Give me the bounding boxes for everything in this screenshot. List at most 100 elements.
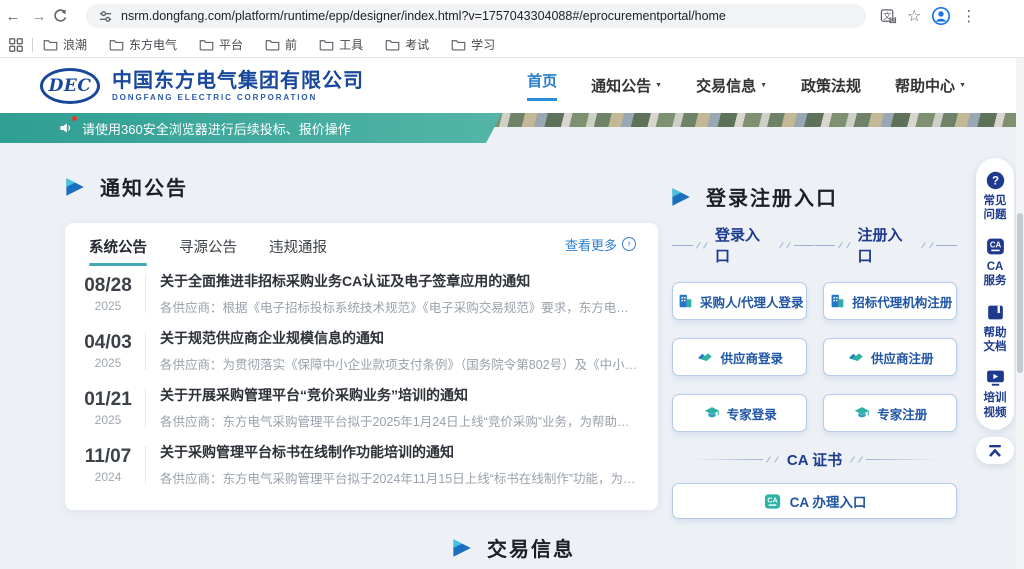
login-section-title: 登录注册入口 (668, 182, 838, 211)
nav-notices[interactable]: 通知公告▼ (591, 75, 662, 96)
expert-login-button[interactable]: 专家登录 (672, 394, 807, 432)
register-entry-header: 注册入口 (815, 224, 958, 266)
bookmark-star-icon[interactable]: ☆ (907, 6, 921, 26)
caret-down-icon: ▼ (959, 82, 966, 89)
bookmark-folder[interactable]: 浪潮 (43, 36, 87, 53)
bookmark-folder[interactable]: 考试 (385, 36, 429, 53)
supplier-login-button[interactable]: 供应商登录 (672, 338, 807, 376)
handshake-icon (847, 348, 865, 366)
divider (145, 389, 146, 427)
forward-icon[interactable]: → (26, 8, 52, 25)
notice-title: 关于开展采购管理平台“竞价采购业务”培训的通知 (160, 385, 638, 405)
browser-menu-icon[interactable]: ⋮ (961, 7, 976, 25)
caret-down-icon: ▼ (760, 82, 767, 89)
notices-section-title: 通知公告 (62, 172, 188, 201)
handshake-icon (696, 348, 714, 366)
section-arrow-icon (62, 175, 86, 199)
bookmarks-bar: 浪潮 东方电气 平台 前 工具 考试 学习 (0, 32, 1024, 58)
notice-title: 关于全面推进非招标采购业务CA认证及电子签章应用的通知 (160, 271, 638, 291)
trade-info-section-title: 交易信息 (449, 533, 575, 562)
quick-access-widget: ? 常见问题 CA CA服务 帮助文档 培训视频 (976, 158, 1014, 430)
profile-avatar-icon[interactable] (931, 6, 951, 26)
login-panel: 登录入口 注册入口 采购人/代理人登录 招标代理机构注册 供应商登录 供应商注册 (672, 224, 957, 519)
notice-summary: 各供应商：东方电气采购管理平台拟于2025年1月24日上线“竞价采购”业务，为帮… (160, 411, 638, 430)
divider (32, 38, 33, 52)
chevron-right-circle-icon: › (622, 237, 636, 251)
main-nav: 首页 通知公告▼ 交易信息▼ 政策法规 帮助中心▼ (527, 70, 966, 101)
ca-badge-icon: CA (985, 236, 1006, 257)
divider (145, 275, 146, 313)
browser-notice-banner: 请使用360安全浏览器进行后续投标、报价操作 (0, 113, 502, 143)
company-name-en: DONGFANG ELECTRIC CORPORATION (112, 93, 364, 102)
purchaser-agent-login-button[interactable]: 采购人/代理人登录 (672, 282, 807, 320)
bookmark-folder[interactable]: 工具 (319, 36, 363, 53)
translate-icon[interactable]: 文G (880, 8, 897, 25)
company-logo[interactable]: DEC 中国东方电气集团有限公司 DONGFANG ELECTRIC CORPO… (40, 68, 364, 104)
divider (145, 446, 146, 484)
bookmark-folder[interactable]: 学习 (451, 36, 495, 53)
bookmark-folder[interactable]: 平台 (199, 36, 243, 53)
tab-violation-reports[interactable]: 违规通报 (267, 223, 329, 266)
building-icon (676, 292, 694, 310)
tab-system-notices[interactable]: 系统公告 (87, 223, 149, 266)
url-bar[interactable]: nsrm.dongfang.com/platform/runtime/epp/d… (86, 4, 866, 28)
nav-trade-info[interactable]: 交易信息▼ (696, 75, 767, 96)
notice-summary: 各供应商：东方电气采购管理平台拟于2024年11月15日上线“标书在线制作”功能… (160, 468, 638, 487)
expert-register-button[interactable]: 专家注册 (823, 394, 957, 432)
notice-date: 01/21 2025 (79, 389, 137, 427)
ca-certificate-header: CA 证书 (672, 449, 957, 470)
svg-text:CA: CA (767, 496, 777, 504)
reload-icon[interactable] (52, 8, 78, 24)
ca-apply-button[interactable]: CA CA 办理入口 (672, 483, 957, 519)
banner-text: 请使用360安全浏览器进行后续投标、报价操作 (82, 119, 351, 138)
speaker-icon (58, 120, 74, 136)
ca-badge-icon: CA (763, 492, 782, 511)
folder-icon (319, 38, 334, 51)
nav-home[interactable]: 首页 (527, 70, 557, 101)
document-icon (985, 302, 1006, 323)
browser-toolbar: ← → nsrm.dongfang.com/platform/runtime/e… (0, 0, 1024, 32)
caret-down-icon: ▼ (655, 82, 662, 89)
folder-icon (109, 38, 124, 51)
tab-sourcing-notices[interactable]: 寻源公告 (177, 223, 239, 266)
faq-shortcut[interactable]: ? 常见问题 (984, 170, 1007, 223)
folder-icon (451, 38, 466, 51)
login-entry-header: 登录入口 (672, 224, 815, 266)
company-name-cn: 中国东方电气集团有限公司 (112, 70, 364, 93)
question-icon: ? (985, 170, 1006, 191)
notice-date: 11/07 2024 (79, 446, 137, 484)
back-icon[interactable]: ← (0, 8, 26, 25)
back-to-top-icon (985, 442, 1005, 460)
training-videos-shortcut[interactable]: 培训视频 (984, 367, 1007, 420)
notice-date: 08/28 2025 (79, 275, 137, 313)
url-text[interactable]: nsrm.dongfang.com/platform/runtime/epp/d… (121, 9, 726, 23)
notice-title: 关于采购管理平台标书在线制作功能培训的通知 (160, 442, 638, 462)
folder-icon (43, 38, 58, 51)
nav-help-center[interactable]: 帮助中心▼ (895, 75, 966, 96)
site-header: DEC 中国东方电气集团有限公司 DONGFANG ELECTRIC CORPO… (0, 58, 1024, 113)
folder-icon (385, 38, 400, 51)
section-arrow-icon (668, 185, 692, 209)
nav-policies[interactable]: 政策法规 (801, 75, 861, 96)
notice-list-item[interactable]: 04/03 2025 关于规范供应商企业规模信息的通知 各供应商：为贯彻落实《保… (65, 322, 658, 379)
svg-text:G: G (890, 17, 895, 24)
scrollbar-thumb[interactable] (1017, 213, 1023, 373)
notice-list-item[interactable]: 11/07 2024 关于采购管理平台标书在线制作功能培训的通知 各供应商：东方… (65, 436, 658, 493)
ca-service-shortcut[interactable]: CA CA服务 (984, 236, 1007, 289)
supplier-register-button[interactable]: 供应商注册 (823, 338, 957, 376)
see-more-link[interactable]: 查看更多 › (565, 235, 636, 254)
notice-list-item[interactable]: 08/28 2025 关于全面推进非招标采购业务CA认证及电子签章应用的通知 各… (65, 265, 658, 322)
bidding-agency-register-button[interactable]: 招标代理机构注册 (823, 282, 957, 320)
apps-grid-icon[interactable] (8, 37, 24, 53)
building-icon (828, 292, 846, 310)
bookmark-folder[interactable]: 东方电气 (109, 36, 177, 53)
help-docs-shortcut[interactable]: 帮助文档 (984, 302, 1007, 355)
notice-list-item[interactable]: 01/21 2025 关于开展采购管理平台“竞价采购业务”培训的通知 各供应商：… (65, 379, 658, 436)
scrollbar-track[interactable] (1016, 58, 1024, 569)
scholar-cap-icon (853, 404, 871, 422)
alert-dot (72, 116, 77, 121)
bookmark-folder[interactable]: 前 (265, 36, 297, 53)
back-to-top-button[interactable] (976, 437, 1014, 464)
video-icon (985, 367, 1006, 388)
site-settings-icon[interactable] (98, 9, 113, 24)
